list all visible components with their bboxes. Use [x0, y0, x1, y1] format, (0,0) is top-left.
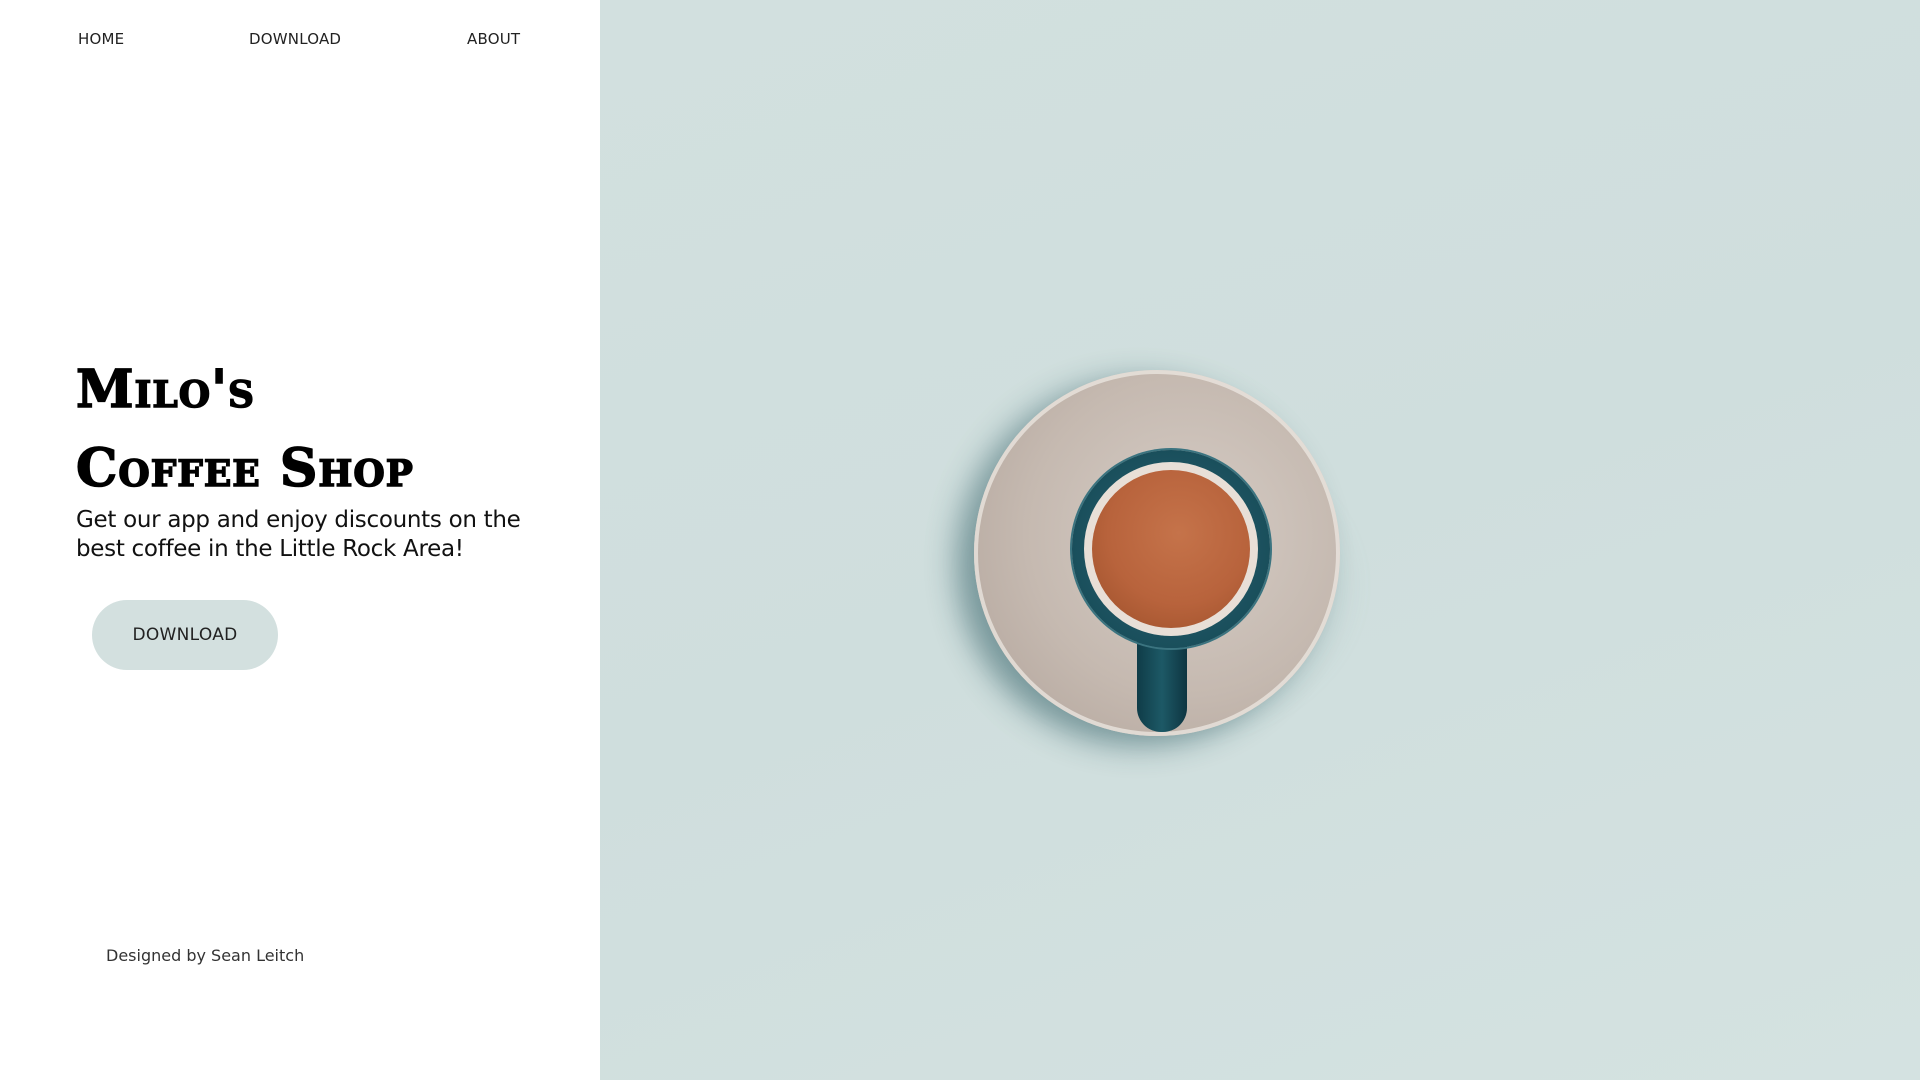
hero-image-panel [600, 0, 1920, 1080]
top-nav: HOME DOWNLOAD ABOUT [0, 30, 600, 54]
nav-about-link[interactable]: ABOUT [467, 30, 520, 48]
designer-credit: Designed by Sean Leitch [106, 946, 305, 965]
coffee-cup-icon [1092, 470, 1250, 628]
title-line-1: Milo's [75, 358, 255, 421]
hero-subtitle: Get our app and enjoy discounts on the b… [76, 507, 521, 562]
cup-handle [1137, 640, 1187, 732]
nav-home-link[interactable]: HOME [78, 30, 124, 48]
nav-download-link[interactable]: DOWNLOAD [249, 30, 341, 48]
title-line-2: Coffee Shop [75, 437, 414, 500]
page-title: Milo's Coffee Shop [75, 350, 576, 508]
left-panel: HOME DOWNLOAD ABOUT Milo's Coffee Shop G… [0, 0, 600, 1080]
download-button[interactable]: DOWNLOAD [92, 600, 278, 670]
page: HOME DOWNLOAD ABOUT Milo's Coffee Shop G… [0, 0, 1920, 1080]
